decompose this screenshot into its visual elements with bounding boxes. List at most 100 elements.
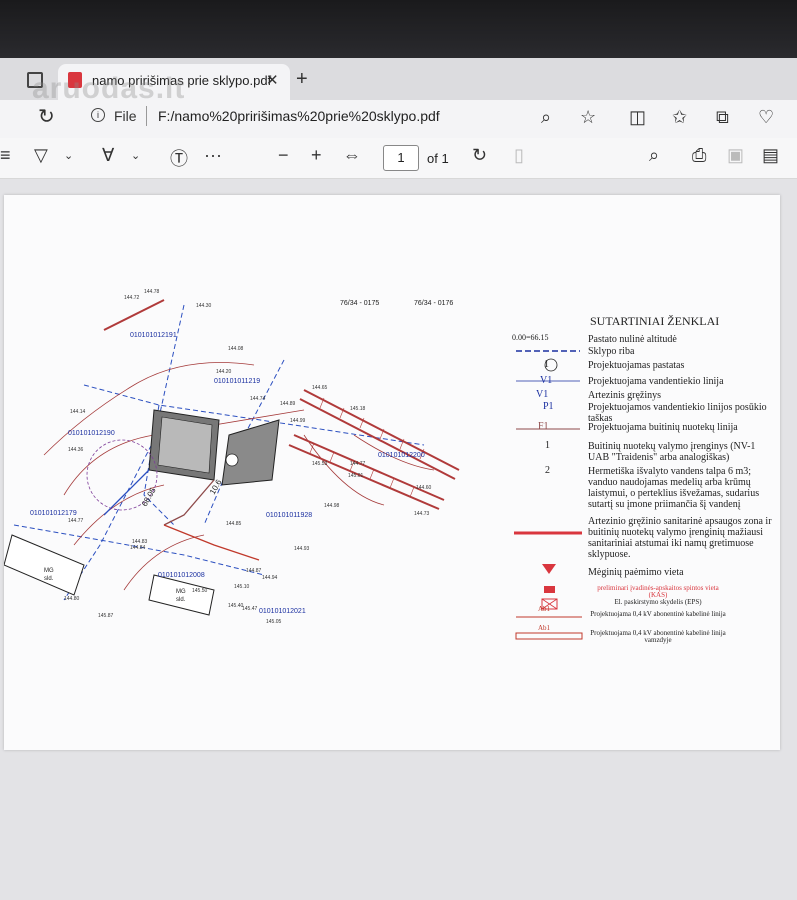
save-icon[interactable]: ▣ — [727, 145, 744, 166]
elevation-label: 145.05 — [266, 619, 282, 625]
extensions-icon[interactable]: ♡ — [758, 107, 774, 128]
fit-page-icon[interactable]: ⇔ — [343, 145, 361, 166]
legend-item-mark: F1 — [538, 421, 549, 432]
split-screen-icon[interactable]: ◫ — [629, 107, 646, 128]
neighbor-building-label: MG — [44, 568, 54, 574]
elevation-label: 144.77 — [350, 461, 366, 467]
sheet-number: 76/34 - 0175 — [340, 300, 380, 307]
legend-item-text: El. paskirstymo skydelis (EPS) — [614, 598, 702, 606]
legend-item-text: Projektuojamas pastatas — [588, 360, 685, 371]
info-icon[interactable]: i — [91, 108, 105, 122]
elevation-label: 145.47 — [242, 606, 258, 612]
elevation-label: 144.08 — [228, 346, 244, 352]
print-icon[interactable]: ⎙ — [692, 145, 706, 166]
elevation-label: 144.74 — [250, 396, 266, 402]
legend-item-text: Projektuojama 0,4 kV abonentinė kabelinė… — [590, 629, 726, 644]
new-tab-button[interactable]: + — [296, 68, 308, 91]
url-field[interactable]: F:/namo%20pririšimas%20prie%20sklypo.pdf — [158, 108, 440, 124]
legend-item-mark: 2 — [545, 465, 550, 476]
contents-icon[interactable]: ≡ — [0, 145, 11, 166]
favorite-star-icon[interactable]: ☆ — [580, 107, 596, 128]
elevation-label: 144.73 — [414, 511, 430, 517]
neighbor-building-label-2: sld. — [176, 597, 186, 603]
zoom-in-button[interactable]: + — [311, 145, 322, 166]
search-icon[interactable]: ⌕ — [649, 145, 659, 166]
elevation-label: 144.84 — [130, 545, 146, 551]
page-count: of 1 — [427, 151, 449, 166]
sheet-number: 76/34 - 0176 — [414, 300, 454, 307]
legend-item-mark: 1 — [545, 440, 550, 451]
parcel-number-label: 010101012021 — [259, 608, 306, 615]
legend-item-mark: 1 — [544, 359, 549, 370]
tab-close-icon[interactable]: ✕ — [266, 71, 279, 89]
elevation-label: 145.53 — [312, 461, 328, 467]
legend-item-text: Projektuojama 0,4 kV abonentinė kabelinė… — [590, 610, 726, 618]
parcel-number-label: 010101012008 — [158, 572, 205, 579]
elevation-label: 144.65 — [312, 385, 328, 391]
legend-item-text: preliminari įvadinės-apskaitos spintos v… — [597, 584, 719, 599]
legend-item-mark: P1 — [543, 401, 554, 412]
highlight-icon[interactable]: ▽ — [34, 145, 48, 166]
elevation-label: 144.78 — [144, 289, 160, 295]
save-as-icon[interactable]: ▤ — [762, 145, 779, 166]
zoom-out-button[interactable]: − — [278, 145, 289, 166]
text-icon[interactable]: Ⓣ — [170, 145, 188, 171]
parcel-number-label: 010101012190 — [68, 430, 115, 437]
elevation-label: 144.72 — [124, 295, 140, 301]
page-number-input[interactable]: 1 — [383, 145, 419, 171]
parcel-number-label: 010101011928 — [266, 512, 312, 519]
elevation-label: 144.85 — [226, 521, 242, 527]
legend-item-text: Mėginių paėmimo vieta — [588, 567, 684, 578]
legend-item-text: Sklypo riba — [588, 346, 635, 357]
elevation-label: 144.80 — [64, 596, 80, 602]
elevation-label: 145.50 — [192, 588, 208, 594]
legend-item-text: Pastato nulinė altitudė — [588, 334, 677, 345]
legend-item-text: Artezinis gręžinys — [588, 390, 662, 401]
legend-item-text: Projektuojama vandentiekio linija — [588, 376, 724, 387]
elevation-label: 144.14 — [70, 409, 86, 415]
elevation-label: 144.36 — [68, 447, 84, 453]
legend-item-mark: V1 — [540, 375, 553, 386]
more-options-button[interactable]: ··· — [204, 145, 222, 166]
neighbor-building-label-2: sld. — [44, 576, 54, 582]
legend-item-text: Buitinių nuotekų valymo įrenginys (NV-1 … — [588, 441, 756, 463]
parcel-number-label: 010101011219 — [214, 378, 260, 385]
legend-item-text: Projektuojamos vandentiekio linijos posū… — [588, 402, 767, 424]
elevation-label: 144.98 — [324, 503, 340, 509]
elevation-label: 144.77 — [68, 518, 84, 524]
draw-chevron-icon[interactable]: ⌄ — [131, 149, 140, 162]
elevation-label: 144.60 — [416, 485, 432, 491]
monitor-bezel — [0, 0, 797, 58]
zoom-search-icon[interactable]: ⌕ — [541, 107, 551, 128]
dimension-label: 68.05 — [140, 486, 158, 508]
highlight-chevron-icon[interactable]: ⌄ — [64, 149, 73, 162]
parcel-number-label: 010101012200 — [378, 452, 425, 459]
neighbor-building-label: MG — [176, 589, 186, 595]
rotate-icon[interactable]: ↻ — [472, 145, 487, 166]
elevation-label: 145.10 — [234, 584, 250, 590]
elevation-label: 144.93 — [294, 546, 310, 552]
legend-title: SUTARTINIAI ŽENKLAI — [590, 314, 720, 328]
legend-item-text: Projektuojama buitinių nuotekų linija — [588, 422, 738, 433]
draw-icon[interactable]: ∀ — [102, 145, 114, 166]
elevation-label: 145.01 — [348, 473, 364, 479]
collections-icon[interactable]: ⧉ — [716, 107, 729, 128]
legend-item-mark: Ab1 — [538, 605, 551, 613]
favorites-icon[interactable]: ✩ — [672, 107, 687, 128]
legend-item-mark: 0.00=66.15 — [512, 333, 549, 342]
elevation-label: 144.89 — [280, 401, 296, 407]
elevation-label: 144.20 — [216, 369, 232, 375]
two-page-icon[interactable]: ▯ — [514, 145, 524, 166]
parcel-number-label: 010101012191 — [130, 332, 177, 339]
elevation-label: 144.30 — [196, 303, 212, 309]
elevation-label: 145.87 — [98, 613, 114, 619]
file-scheme-label[interactable]: File — [114, 108, 137, 124]
legend-item-mark: Ab1 — [538, 624, 551, 632]
legend-item-mark: V1 — [536, 389, 549, 400]
legend-item-text: Artezinio gręžinio sanitarinė apsaugos z… — [588, 516, 772, 560]
url-separator — [146, 106, 147, 126]
legend-item-text: Hermetiška išvalyto vandens talpa 6 m3; … — [588, 466, 760, 510]
elevation-label: 144.99 — [290, 418, 306, 424]
elevation-label: 145.18 — [350, 406, 366, 412]
reload-icon[interactable]: ↻ — [38, 104, 55, 129]
